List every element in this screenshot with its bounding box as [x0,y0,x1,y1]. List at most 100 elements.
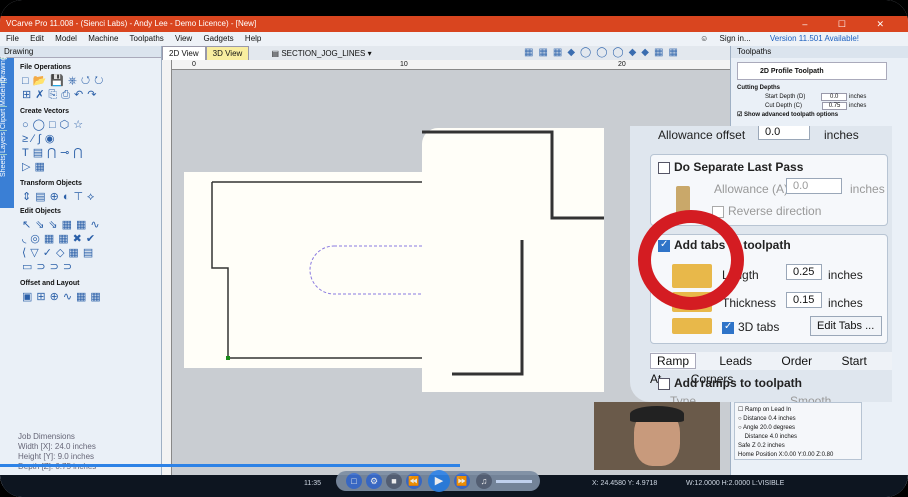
file-ops-icons[interactable]: □📂💾⎈↺↻ [22,74,107,88]
start-depth-input[interactable]: 0.0 [821,93,848,101]
side-tab-sheets[interactable]: Sheets [0,154,7,178]
tab-leads[interactable]: Leads [713,354,758,368]
user-icon: ☺ [700,34,709,43]
show-advanced-row[interactable]: ☑ Show advanced toolpath options [737,111,866,120]
node-edit-icons[interactable]: ↖⇘⇘▦▦∿ [22,218,104,231]
thickness-input[interactable]: 0.15 [786,292,822,308]
view-toolbar-icons[interactable]: ▦▦▦◆◯◯◯◆◆▦▦ [524,47,683,58]
side-tab-modeling[interactable]: Modeling [0,78,7,106]
selection-dimensions: W:12.0000 H:2.0000 L:VISIBLE [686,480,785,487]
angle-label: Angle [742,425,759,431]
allowance-offset-unit: inches [824,128,859,142]
shape-edit-icons[interactable]: ▭⊃⊃⊃ [22,260,76,273]
cutting-depths-title: Cutting Depths [737,85,780,91]
3d-tabs-checkbox[interactable] [722,321,734,334]
letterbox [0,0,908,16]
version-link[interactable]: Version 11.501 Available! [770,34,859,43]
video-progress-bar[interactable] [0,464,460,467]
tab-order[interactable]: Order [775,354,818,368]
cutting-depths: Cutting Depths Start Depth (D) 0.0 inche… [737,84,866,120]
3d-tab-diagram-icon [672,318,712,334]
stop-icon[interactable]: ■ [386,473,402,489]
cut-depth-input[interactable]: 0.75 [821,102,848,110]
rewind-icon[interactable]: ⏪ [406,473,422,489]
window-title: VCarve Pro 11.008 - (Sienci Labs) - Andy… [6,19,257,28]
layer-selector[interactable]: ▤ SECTION_JOG_LINES ▾ [272,49,372,58]
distance-value[interactable]: 0.4 [768,416,776,422]
length-input[interactable]: 0.25 [786,264,822,280]
app-window: VCarve Pro 11.008 - (Sienci Labs) - Andy… [0,0,908,497]
tab-ramp[interactable]: Ramp [650,353,697,369]
distance2-unit: inches [779,434,798,440]
separate-last-pass-label: Do Separate Last Pass [674,160,804,174]
menu-machine[interactable]: Machine [88,34,118,43]
transform-icons[interactable]: ⇕▤⊕◐⊤⟡ [22,190,98,204]
text-icons[interactable]: T▤⋂⊸⋂ [22,146,86,159]
allowance-offset-input[interactable]: 0.0 [758,126,810,140]
ramp-settings-mini: ☐ Ramp on Lead In ○ Distance 0.4 inches … [734,402,862,460]
separate-last-pass-checkbox[interactable] [658,162,670,174]
volume-icon[interactable]: ♫ [476,473,492,489]
drawing-panel: Drawing Drawing Modeling Clipart Layers … [0,46,162,486]
section-offset-layout: Offset and Layout [20,280,80,287]
menu-file[interactable]: File [6,34,19,43]
settings-icon[interactable]: ⚙ [366,473,382,489]
job-width: Width [X]: 24.0 inches [18,442,96,451]
angle-row: ○ Angle 20.0 degrees [738,425,796,431]
menu-view[interactable]: View [175,34,192,43]
menu-model[interactable]: Model [55,34,77,43]
3d-tabs-label: 3D tabs [738,320,780,334]
shape-icons[interactable]: ○◯□⬡☆ [22,118,87,131]
side-tab-clipart[interactable]: Clipart [0,106,7,130]
section-edit-objects: Edit Objects [20,208,61,215]
edit-ops-icons[interactable]: ⊞✗⎘⎙↶↷ [22,88,100,102]
join-icons[interactable]: ◟◎▦▦✖✔ [22,232,99,245]
play-icon[interactable]: ▶ [428,470,450,492]
menu-edit[interactable]: Edit [30,34,44,43]
ruler-label-20: 20 [618,61,626,68]
thickness-unit: inches [828,296,863,310]
fillet-icons[interactable]: ⟨▽✓◇▦▤ [22,246,97,259]
job-height: Height [Y]: 9.0 inches [18,452,95,461]
webcam-overlay [594,402,720,470]
misc-icons[interactable]: ▷▦ [22,160,49,173]
cut-depth-unit: inches [849,103,867,109]
ramp-lead-in-row: ☐ Ramp on Lead In [738,407,792,413]
volume-slider[interactable] [496,480,532,483]
add-ramps-checkbox[interactable] [658,378,670,390]
edit-tabs-button[interactable]: Edit Tabs ... [810,316,882,336]
sign-in-link[interactable]: Sign in... [720,34,751,43]
highlight-circle [638,210,744,310]
angle-value[interactable]: 20.0 [760,425,772,431]
window-controls[interactable]: – ☐ ✕ [802,16,898,32]
ruler-label-10: 10 [400,61,408,68]
side-tabs: Drawing Modeling Clipart Layers Sheets [0,56,14,208]
ruler-label-0: 0 [192,61,196,68]
toolpaths-panel-header: Toolpaths [731,46,908,58]
allowance-a-label: Allowance (A) [714,182,789,196]
distance-unit: inches [778,416,796,422]
fast-forward-icon[interactable]: ⏩ [454,473,470,489]
section-file-operations: File Operations [20,64,71,71]
subtitle-icon[interactable]: □ [346,473,362,489]
menu-help[interactable]: Help [245,34,261,43]
menu-toolpaths[interactable]: Toolpaths [130,34,164,43]
distance-label: Distance [743,416,767,422]
video-player-controls: □ ⚙ ■ ⏪ ▶ ⏩ ♫ [336,470,540,492]
side-tab-layers[interactable]: Layers [0,130,7,154]
job-dimensions-title: Job Dimensions [18,432,75,441]
zoom-overlay-drawing [422,128,604,392]
distance2-value[interactable]: 4.0 [770,434,778,440]
safe-z: Safe Z 0.2 inches [738,443,785,449]
cut-depth-row: Cut Depth (C) 0.75 inches [737,102,866,111]
layer-name: SECTION_JOG_LINES [281,49,366,58]
offset-icons[interactable]: ▣⊞⊕∿▦▦ [22,290,105,303]
distance-row: ○ Distance 0.4 inches [738,416,796,422]
view-tabs: 2D View 3D View ▤ SECTION_JOG_LINES ▾ ▦▦▦… [162,46,730,62]
ramp-smooth-option[interactable]: Smooth [790,394,831,402]
menu-bar: File Edit Model Machine Toolpaths View G… [0,32,908,46]
menu-gadgets[interactable]: Gadgets [203,34,233,43]
allowance-a-input[interactable]: 0.0 [786,178,842,194]
curve-icons[interactable]: ≥∕∫◉ [22,132,59,145]
show-advanced-label: Show advanced toolpath options [744,112,839,118]
